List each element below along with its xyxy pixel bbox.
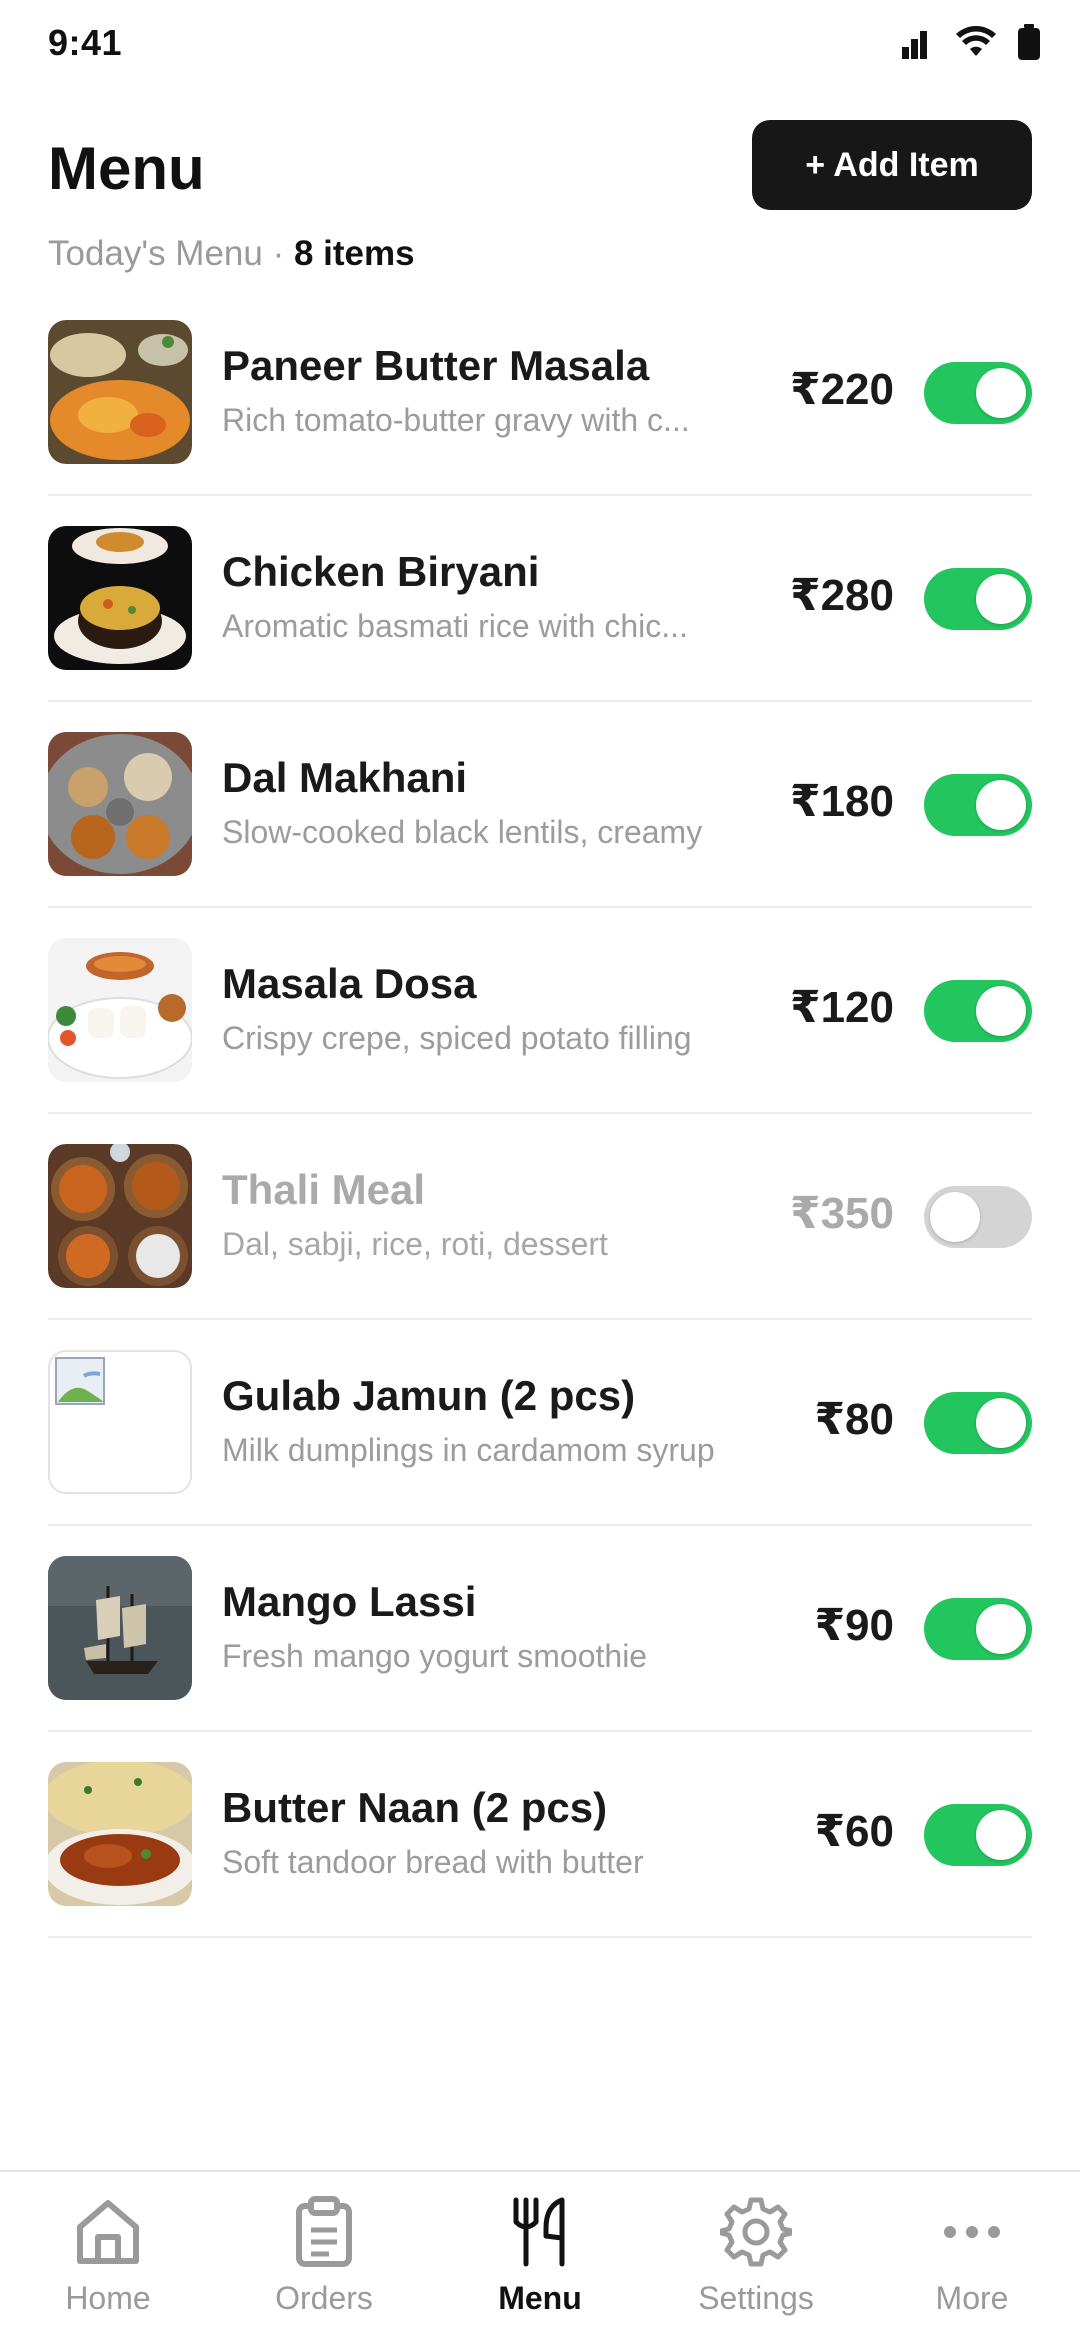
item-description: Aromatic basmati rice with chic... <box>222 608 688 644</box>
item-price: ₹220 <box>789 365 894 414</box>
availability-toggle[interactable] <box>924 1804 1032 1866</box>
nav-label: Orders <box>275 2280 373 2316</box>
toggle-knob <box>976 1810 1026 1860</box>
item-description: Fresh mango yogurt smoothie <box>222 1638 648 1674</box>
item-price: ₹120 <box>789 983 894 1032</box>
menu-item[interactable]: Chicken Biryani Aromatic basmati rice wi… <box>48 496 1032 702</box>
nav-item-orders[interactable]: Orders <box>216 2172 432 2340</box>
toggle-knob <box>976 574 1026 624</box>
item-description: Crispy crepe, spiced potato filling <box>222 1020 692 1056</box>
item-description: Dal, sabji, rice, roti, dessert <box>222 1226 608 1262</box>
food-photo <box>48 526 192 670</box>
item-price: ₹80 <box>814 1395 894 1444</box>
availability-toggle[interactable] <box>924 1392 1032 1454</box>
availability-toggle[interactable] <box>924 1598 1032 1660</box>
wifi-icon <box>956 26 996 58</box>
add-item-button[interactable]: + Add Item <box>752 120 1032 210</box>
food-photo <box>48 938 192 1082</box>
availability-toggle[interactable] <box>924 980 1032 1042</box>
more-dots-icon <box>944 2226 1000 2238</box>
item-name: Thali Meal <box>222 1166 426 1213</box>
nav-label: More <box>935 2280 1009 2316</box>
nav-item-home[interactable]: Home <box>0 2172 216 2340</box>
item-description: Rich tomato-butter gravy with c... <box>222 402 690 438</box>
nav-label: Home <box>65 2280 151 2316</box>
menu-item[interactable]: Paneer Butter Masala Rich tomato-butter … <box>48 290 1032 496</box>
availability-toggle[interactable] <box>924 568 1032 630</box>
item-price: ₹90 <box>814 1601 894 1650</box>
item-price: ₹280 <box>789 571 894 620</box>
toggle-knob <box>976 368 1026 418</box>
item-name: Gulab Jamun (2 pcs) <box>222 1372 636 1419</box>
food-photo <box>48 1556 192 1700</box>
toggle-knob <box>930 1192 980 1242</box>
header: Menu + Add Item <box>48 120 1032 212</box>
item-description: Soft tandoor bread with butter <box>222 1844 644 1880</box>
menu-subtitle: Today's Menu · 8 items <box>48 234 415 274</box>
menu-item[interactable]: Mango Lassi Fresh mango yogurt smoothie … <box>48 1526 1032 1732</box>
item-name: Dal Makhani <box>222 754 468 801</box>
menu-list: Paneer Butter Masala Rich tomato-butter … <box>48 290 1032 1938</box>
clipboard-icon <box>296 2196 352 2267</box>
menu-item[interactable]: Dal Makhani Slow-cooked black lentils, c… <box>48 702 1032 908</box>
item-name: Mango Lassi <box>222 1578 477 1625</box>
battery-icon <box>1018 24 1040 60</box>
item-name: Paneer Butter Masala <box>222 342 650 389</box>
food-photo <box>48 1762 192 1906</box>
toggle-knob <box>976 780 1026 830</box>
food-photo <box>48 1144 192 1288</box>
subtitle-prefix: Today's Menu · <box>48 234 294 273</box>
food-photo <box>48 732 192 876</box>
nav-item-more[interactable]: More <box>864 2172 1080 2340</box>
item-name: Masala Dosa <box>222 960 477 1007</box>
item-name: Butter Naan (2 pcs) <box>222 1784 608 1831</box>
toggle-knob <box>976 1604 1026 1654</box>
signal-icon <box>902 25 934 59</box>
nav-label: Settings <box>698 2280 814 2316</box>
bottom-nav: Home Orders Menu Settings More <box>0 2170 1080 2340</box>
menu-item[interactable]: Thali Meal Dal, sabji, rice, roti, desse… <box>48 1114 1032 1320</box>
status-icons <box>902 24 1040 60</box>
toggle-knob <box>976 1398 1026 1448</box>
nav-label: Menu <box>498 2280 582 2316</box>
menu-item[interactable]: Masala Dosa Crispy crepe, spiced potato … <box>48 908 1032 1114</box>
item-name: Chicken Biryani <box>222 548 540 595</box>
item-price: ₹180 <box>789 777 894 826</box>
fork-knife-icon <box>513 2197 565 2267</box>
nav-item-menu[interactable]: Menu <box>432 2172 648 2340</box>
item-description: Slow-cooked black lentils, creamy <box>222 814 703 850</box>
menu-item[interactable]: Butter Naan (2 pcs) Soft tandoor bread w… <box>48 1732 1032 1938</box>
broken-image-icon <box>55 1357 105 1405</box>
home-icon <box>77 2200 139 2264</box>
menu-item[interactable]: Gulab Jamun (2 pcs) Milk dumplings in ca… <box>48 1320 1032 1526</box>
availability-toggle[interactable] <box>924 1186 1032 1248</box>
item-description: Milk dumplings in cardamom syrup <box>222 1432 715 1468</box>
page-title: Menu <box>48 135 205 202</box>
availability-toggle[interactable] <box>924 774 1032 836</box>
item-count: 8 items <box>293 234 415 273</box>
item-price: ₹60 <box>814 1807 894 1856</box>
status-bar: 9:41 <box>0 0 1080 90</box>
item-price: ₹350 <box>789 1189 894 1238</box>
gear-icon <box>720 2197 792 2267</box>
status-time: 9:41 <box>48 22 123 63</box>
availability-toggle[interactable] <box>924 362 1032 424</box>
toggle-knob <box>976 986 1026 1036</box>
broken-image-placeholder <box>48 1350 192 1494</box>
nav-item-settings[interactable]: Settings <box>648 2172 864 2340</box>
food-photo <box>48 320 192 464</box>
